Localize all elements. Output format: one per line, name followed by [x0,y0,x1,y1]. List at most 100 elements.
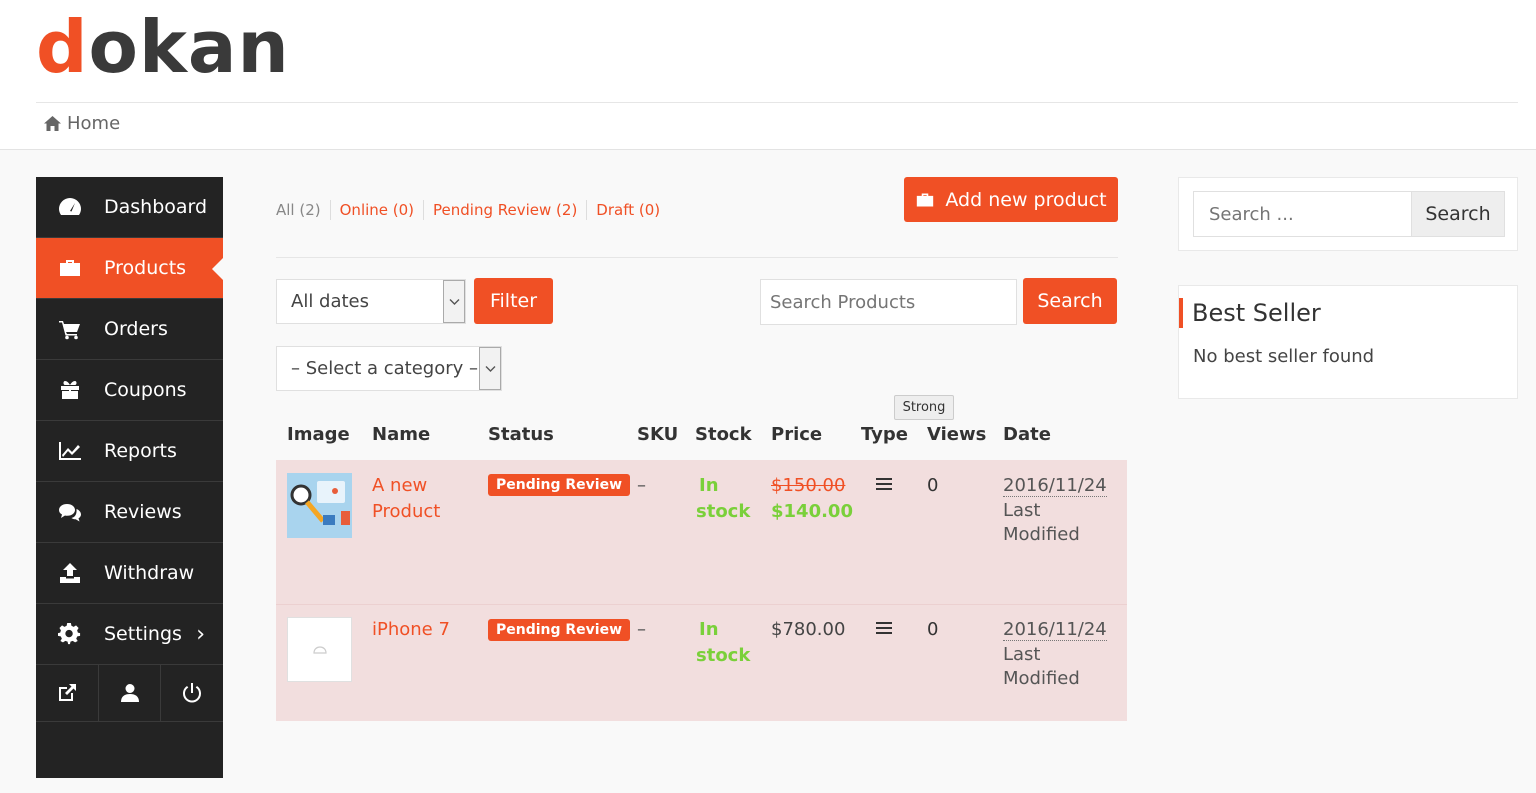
search-widget: Search [1178,177,1518,251]
sidebar-item-label: Reports [104,440,177,462]
date-note: Last [1003,644,1041,665]
product-name-line: Product [372,501,441,522]
cart-icon [36,318,104,340]
sidebar-item-settings[interactable]: Settings › [36,604,223,665]
breadcrumb-home[interactable]: Home [67,113,120,134]
date-note: Modified [1003,524,1080,545]
header-divider [36,102,1518,103]
date-note: Modified [1003,668,1080,689]
category-select[interactable]: – Select a category – [276,346,502,391]
table-row: A new Product Pending Review – In stock … [276,460,1127,604]
best-seller-title: Best Seller [1179,298,1321,328]
price-cell: $150.00 $140.00 [771,473,853,525]
column-header-price: Price [771,424,823,445]
status-badge: Pending Review [488,619,631,641]
content-divider [276,257,1118,258]
sidebar-item-products[interactable]: Products [36,238,224,299]
dashboard-icon [36,196,104,218]
gift-icon [36,379,104,401]
stock-line: In [699,475,719,496]
chevron-right-icon: › [196,621,205,647]
logout-button[interactable] [161,665,223,721]
sidebar-item-label: Settings [104,623,182,645]
site-search-button[interactable]: Search [1411,191,1505,237]
dokan-logo[interactable]: dokan [36,2,290,92]
search-products-button[interactable]: Search [1023,278,1117,324]
date-cell: 2016/11/24 Last Modified [1003,617,1107,691]
column-header-type: Type [861,424,908,445]
date-note: Last [1003,500,1041,521]
upload-icon [36,562,104,584]
chevron-down-icon [443,280,465,323]
date-value: 2016/11/24 [1003,475,1107,497]
search-products-input[interactable] [760,279,1017,325]
tooltip: Strong [894,395,954,420]
sidebar-item-label: Withdraw [104,562,195,584]
regular-price: $150.00 [771,475,846,496]
visit-store-button[interactable] [36,665,99,721]
sidebar-bottom-bar [36,665,223,722]
comments-icon [36,501,104,523]
filter-pending-review[interactable]: Pending Review (2) [433,200,588,220]
sidebar-item-orders[interactable]: Orders [36,299,223,360]
stock-status: In stock [696,473,750,525]
filter-all[interactable]: All (2) [276,200,331,220]
sale-price: $140.00 [771,501,853,522]
sidebar-item-reviews[interactable]: Reviews [36,482,223,543]
sidebar-item-label: Reviews [104,501,182,523]
status-badge: Pending Review [488,474,631,496]
best-seller-message: No best seller found [1193,346,1375,367]
views-count: 0 [927,619,939,640]
breadcrumb[interactable]: Home [44,113,120,134]
column-header-image: Image [287,424,350,445]
best-seller-widget: Best Seller No best seller found [1178,285,1518,399]
logo-text: okan [88,5,290,89]
stock-line: In [699,619,719,640]
list-icon [875,474,893,500]
date-filter-value: All dates [291,291,370,312]
sku-value: – [637,475,646,496]
filter-button[interactable]: Filter [474,278,553,324]
filter-online[interactable]: Online (0) [340,200,425,220]
site-header: dokan Home [0,0,1536,150]
power-icon [183,683,202,703]
user-icon [120,684,139,702]
date-cell: 2016/11/24 Last Modified [1003,473,1107,547]
product-name-link[interactable]: iPhone 7 [372,617,450,643]
sidebar-item-coupons[interactable]: Coupons [36,360,223,421]
product-name-line: A new [372,475,428,496]
column-header-stock: Stock [695,424,752,445]
stock-line: stock [696,501,751,522]
filter-draft[interactable]: Draft (0) [596,200,669,220]
sidebar-item-dashboard[interactable]: Dashboard [36,177,223,238]
dashboard-sidebar: Dashboard Products Orders Coupons Report… [36,177,224,778]
home-icon [44,116,61,131]
product-thumbnail-placeholder[interactable] [287,617,352,682]
sidebar-item-label: Orders [104,318,168,340]
chevron-down-icon [479,347,501,390]
product-thumbnail[interactable] [287,473,352,538]
table-row: iPhone 7 Pending Review – In stock $780.… [276,604,1127,721]
category-select-value: – Select a category – [291,358,478,379]
sidebar-item-reports[interactable]: Reports [36,421,223,482]
column-header-sku: SKU [637,424,679,445]
briefcase-icon [36,257,104,279]
product-name-link[interactable]: A new Product [372,473,440,525]
sidebar-item-withdraw[interactable]: Withdraw [36,543,223,604]
add-new-product-button[interactable]: Add new product [904,177,1118,222]
list-icon [875,618,893,644]
site-search-input[interactable] [1193,191,1411,237]
column-header-date: Date [1003,424,1051,445]
stock-status: In stock [696,617,750,669]
chart-line-icon [36,440,104,462]
edit-account-button[interactable] [99,665,162,721]
gear-icon [36,623,104,645]
sku-value: – [637,619,646,640]
stock-line: stock [696,645,751,666]
sidebar-item-label: Products [104,257,187,279]
column-header-name: Name [372,424,431,445]
date-filter-select[interactable]: All dates [276,279,466,324]
placeholder-image-icon [312,645,327,654]
logo-letter-d: d [36,5,89,89]
external-link-icon [58,684,76,701]
